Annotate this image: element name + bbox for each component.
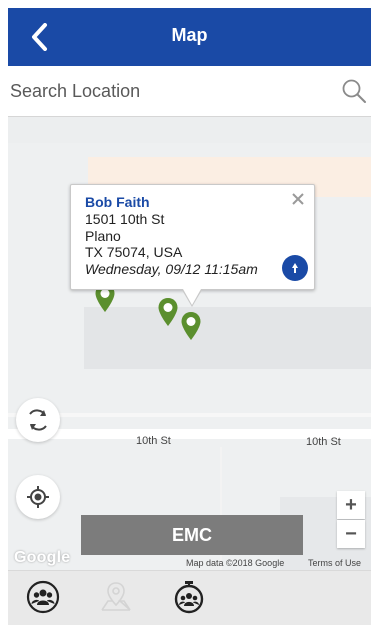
stopwatch-group-icon (174, 581, 204, 614)
map-road (8, 413, 371, 417)
bottom-tab-bar (8, 570, 371, 625)
close-icon[interactable] (290, 191, 306, 207)
tab-team[interactable] (24, 578, 62, 616)
tab-map[interactable] (97, 578, 135, 616)
map-location-icon (101, 582, 131, 611)
map-block (8, 117, 371, 143)
popup-datetime: Wednesday, 09/12 11:15am (85, 261, 258, 277)
location-popup: Bob Faith 1501 10th St Plano TX 75074, U… (70, 184, 315, 307)
search-icon[interactable] (341, 78, 367, 104)
refresh-button[interactable] (16, 398, 60, 442)
crosshair-icon (27, 486, 49, 508)
map-pin-icon[interactable] (180, 311, 202, 341)
tab-timer[interactable] (170, 578, 208, 616)
map-block (84, 307, 371, 369)
street-label: 10th St (306, 436, 341, 448)
directions-icon (292, 263, 298, 273)
terms-of-use-link[interactable]: Terms of Use (308, 558, 361, 568)
search-bar (8, 66, 371, 117)
locate-me-button[interactable] (16, 475, 60, 519)
app-header: Map (8, 8, 371, 66)
map-attribution: Map data ©2018 Google (186, 558, 285, 568)
map-view[interactable]: 10th St 10th St Bob Faith 1501 10th St P… (8, 117, 371, 570)
search-input[interactable] (8, 74, 330, 108)
emc-button[interactable]: EMC (81, 515, 303, 555)
popup-address-line3: TX 75074, USA (85, 244, 183, 260)
street-label: 10th St (136, 435, 171, 447)
zoom-in-button[interactable]: + (337, 491, 365, 519)
zoom-out-button[interactable]: − (337, 520, 365, 548)
map-pin-icon[interactable] (157, 297, 179, 327)
google-logo: Google (14, 549, 71, 566)
popup-address-line1: 1501 10th St (85, 211, 165, 227)
refresh-icon (29, 409, 47, 431)
popup-address-line2: Plano (85, 228, 121, 244)
directions-button[interactable] (282, 255, 308, 281)
popup-person-name: Bob Faith (85, 194, 150, 210)
group-icon (26, 580, 60, 614)
page-title: Map (171, 25, 208, 45)
